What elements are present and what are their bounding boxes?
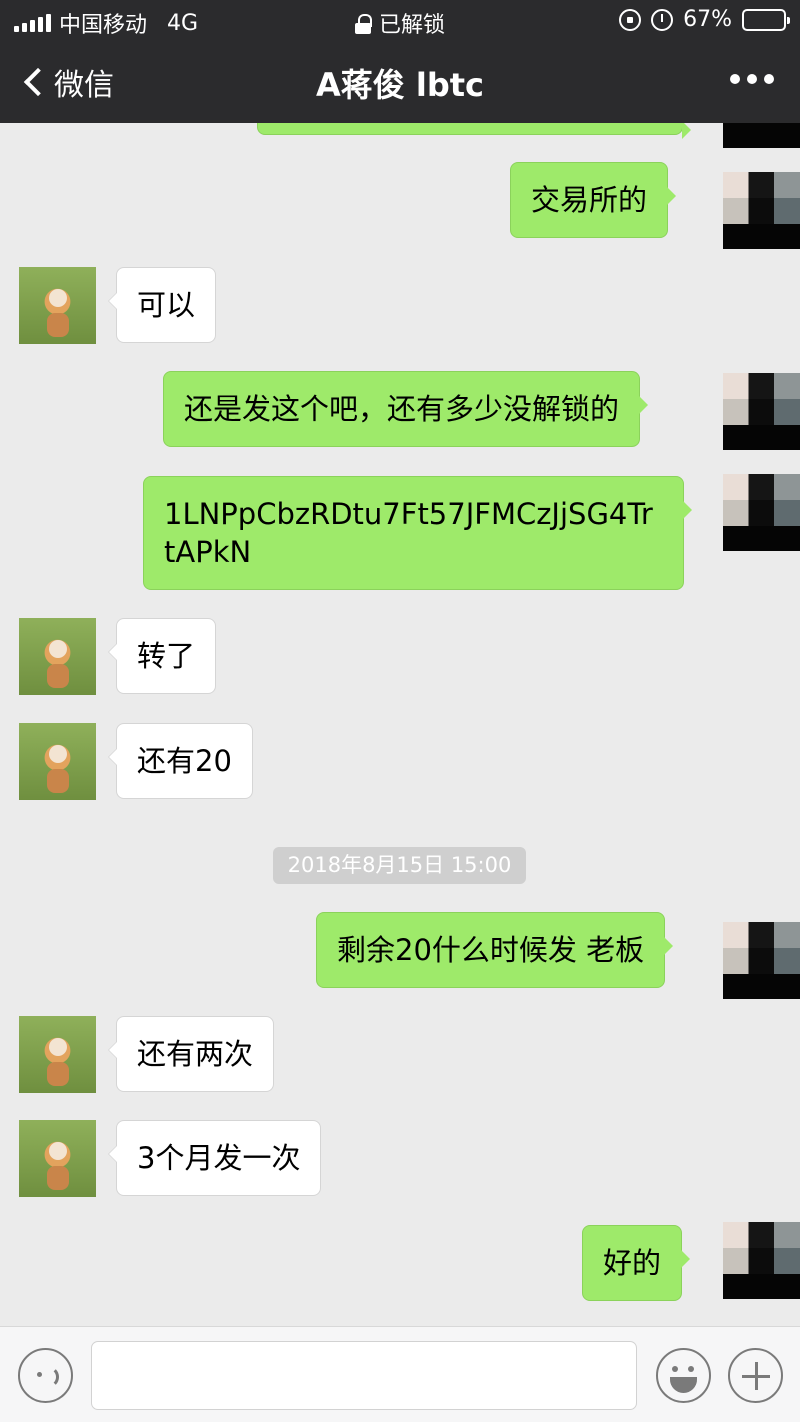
message-bubble-in[interactable]: 3个月发一次 <box>107 1120 322 1196</box>
status-right: 67% <box>619 7 790 32</box>
lock-label: 已解锁 <box>378 13 445 38</box>
message-bubble-in[interactable]: 还有20 <box>108 723 253 799</box>
message-bubble-out[interactable]: 好的 <box>582 1225 691 1301</box>
lock-icon <box>354 14 372 34</box>
chat-title: A蒋俊 lbtc <box>315 66 485 104</box>
more-options-button[interactable] <box>730 74 774 84</box>
contact-avatar[interactable] <box>19 723 96 800</box>
message-bubble-in[interactable]: 还有两次 <box>107 1016 275 1092</box>
nav-bar: 微信 A蒋俊 lbtc <box>0 40 800 123</box>
top-bar: 中国移动 4G 已解锁 67% 微信 A蒋俊 lbtc <box>0 0 800 123</box>
alarm-icon <box>651 8 674 31</box>
my-avatar[interactable] <box>723 373 800 450</box>
timestamp-divider: 2018年8月15日 15:00 <box>273 847 526 884</box>
contact-avatar[interactable] <box>19 1016 96 1093</box>
message-bubble-in[interactable]: 转了 <box>107 618 217 694</box>
message-bubble-out[interactable]: 1LNPpCbzRDtu7Ft57JFMCzJjSG4TrtAPkN <box>143 476 692 590</box>
my-avatar[interactable] <box>723 172 800 249</box>
rotation-lock-icon <box>619 8 642 31</box>
message-bubble-out[interactable]: 还是发这个吧，还有多少没解锁的 <box>163 371 649 447</box>
emoji-icon[interactable] <box>656 1348 711 1403</box>
contact-avatar[interactable] <box>19 267 96 344</box>
my-avatar[interactable] <box>723 474 800 551</box>
status-bar: 中国移动 4G 已解锁 67% <box>0 0 800 40</box>
my-avatar[interactable] <box>723 1222 800 1299</box>
contact-avatar[interactable] <box>19 618 96 695</box>
input-bar <box>0 1326 800 1422</box>
message-bubble-out[interactable]: 剩余20什么时候发 老板 <box>316 912 674 988</box>
voice-input-icon[interactable] <box>18 1348 73 1403</box>
message-bubble-in[interactable]: 可以 <box>107 267 217 343</box>
message-bubble-out[interactable]: 交易所的 <box>510 162 677 238</box>
battery-percent: 67% <box>683 7 732 32</box>
plus-icon[interactable] <box>728 1348 783 1403</box>
battery-icon <box>742 8 790 31</box>
contact-avatar[interactable] <box>19 1120 96 1197</box>
message-input[interactable] <box>91 1341 637 1410</box>
my-avatar[interactable] <box>723 922 800 999</box>
